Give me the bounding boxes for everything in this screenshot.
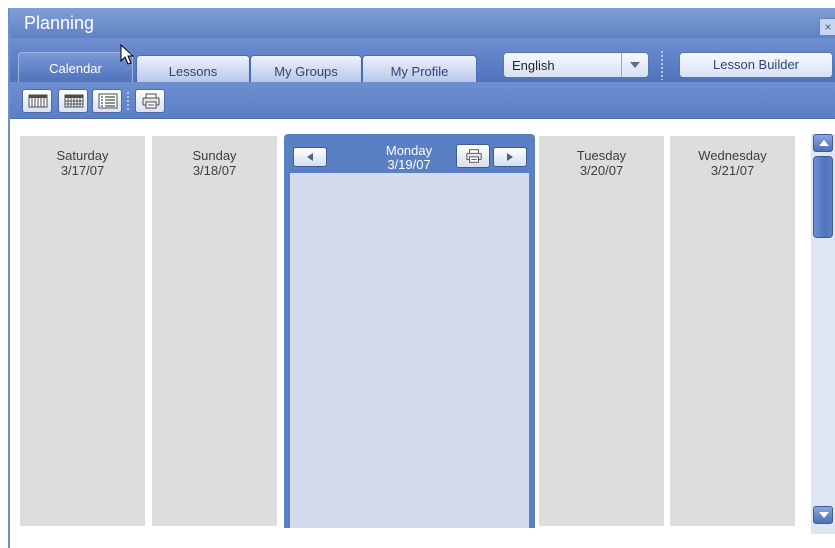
week-view-button[interactable] (22, 89, 52, 113)
window-title: Planning (24, 13, 95, 33)
day-date: 3/21/07 (710, 163, 755, 178)
language-select[interactable]: English (503, 52, 649, 78)
day-name: Sunday (192, 148, 237, 163)
language-select-value: English (512, 58, 555, 73)
day-name: Saturday (56, 148, 109, 163)
view-toolbar (10, 82, 835, 119)
chevron-down-icon[interactable] (621, 53, 648, 77)
selected-day-body[interactable] (290, 173, 529, 528)
vertical-scrollbar[interactable] (811, 134, 835, 534)
tab-my-groups[interactable]: My Groups (250, 55, 362, 82)
day-date: 3/19/07 (387, 157, 431, 172)
month-view-button[interactable] (58, 89, 88, 113)
day-date: 3/17/07 (60, 163, 105, 178)
planning-window: Planning × Calendar Lessons My Groups My… (8, 8, 835, 548)
scroll-thumb[interactable] (813, 156, 833, 238)
tab-lessons[interactable]: Lessons (136, 55, 250, 82)
next-day-button[interactable] (493, 147, 527, 167)
mouse-cursor-icon (120, 44, 134, 65)
title-bar[interactable]: Planning × (10, 8, 835, 38)
day-column-wednesday[interactable]: Wednesday 3/21/07 (670, 136, 795, 526)
day-name: Monday (385, 143, 433, 158)
scroll-down-button[interactable] (813, 506, 833, 524)
list-view-button[interactable] (92, 89, 122, 113)
day-name: Tuesday (576, 148, 627, 163)
lesson-builder-button[interactable]: Lesson Builder (679, 52, 833, 78)
day-column-tuesday[interactable]: Tuesday 3/20/07 (539, 136, 664, 526)
day-name: Wednesday (698, 148, 767, 163)
day-column-saturday[interactable]: Saturday 3/17/07 (20, 136, 145, 526)
close-button[interactable]: × (819, 18, 835, 36)
toolbar-divider (127, 92, 129, 111)
day-column-sunday[interactable]: Sunday 3/18/07 (152, 136, 277, 526)
print-day-button[interactable] (456, 144, 490, 168)
day-date: 3/18/07 (192, 163, 237, 178)
day-date: 3/20/07 (579, 163, 624, 178)
selected-day-label: Monday 3/19/07 (354, 144, 464, 172)
calendar-area: Saturday 3/17/07 Sunday 3/18/07 Monday 3… (10, 119, 835, 548)
scroll-up-button[interactable] (813, 134, 833, 152)
previous-day-button[interactable] (293, 147, 327, 167)
tab-calendar[interactable]: Calendar (18, 52, 133, 82)
tab-my-profile[interactable]: My Profile (362, 55, 477, 82)
print-button[interactable] (135, 89, 165, 113)
toolbar-divider (661, 51, 663, 80)
day-column-monday[interactable]: Monday 3/19/07 (284, 134, 535, 528)
